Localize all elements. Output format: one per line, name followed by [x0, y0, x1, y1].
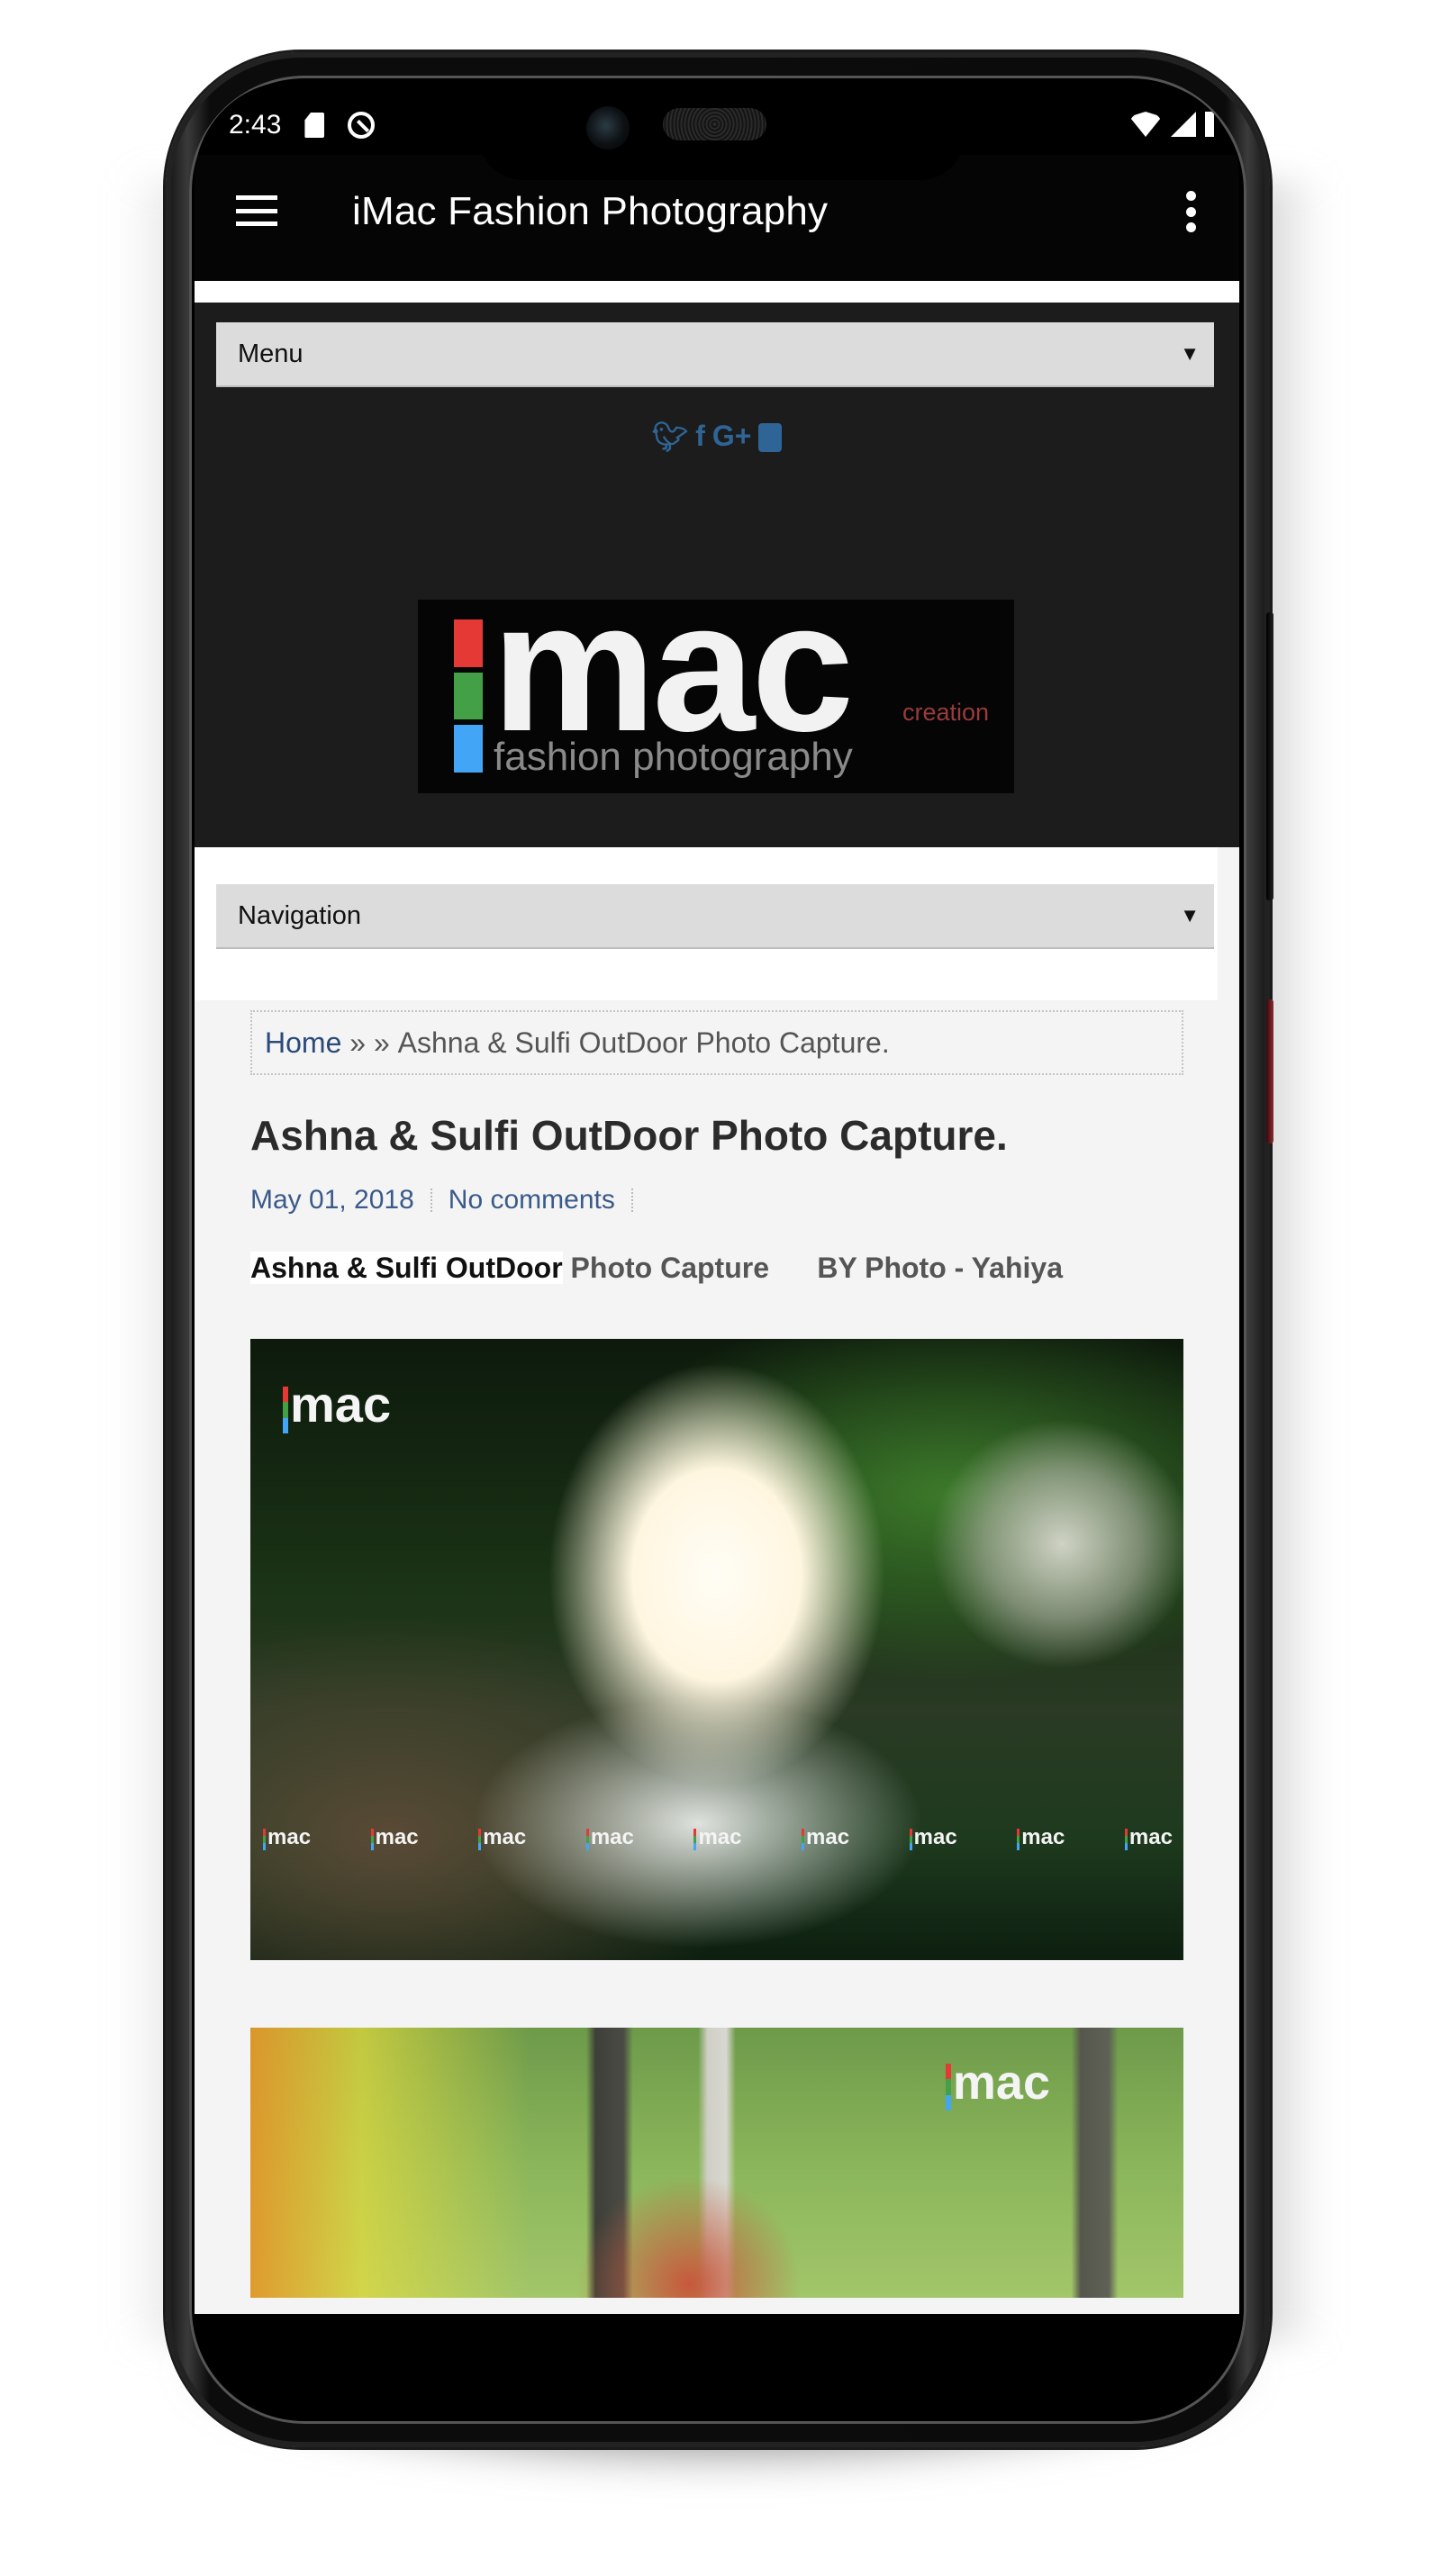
breadcrumb-home-link[interactable]: Home: [265, 1026, 341, 1060]
twitter-icon[interactable]: 🐦︎: [652, 420, 689, 454]
wm-bar-blue: [283, 1417, 288, 1433]
post-photo-1[interactable]: mac mac mac mac mac mac mac mac mac mac: [250, 1339, 1183, 1960]
meta-separator: [630, 1189, 633, 1212]
web-content: Menu ▼ 🐦︎ f G+ mac creation fashion phot…: [195, 281, 1239, 2314]
photo-watermark-small: mac: [909, 1825, 957, 1850]
post-content: Home » » Ashna & Sulfi OutDoor Photo Cap…: [250, 1010, 1183, 2298]
wm-bar-blue: [945, 2094, 951, 2111]
caret-down-icon: ▼: [1180, 904, 1200, 926]
wm-bar-green: [945, 2079, 951, 2095]
logo-bar-blue: [454, 725, 483, 773]
logo-color-bars: [454, 619, 483, 773]
battery-icon: [1205, 112, 1214, 137]
social-links: 🐦︎ f G+: [195, 420, 1239, 454]
menu-dropdown[interactable]: Menu ▼: [216, 322, 1214, 387]
wifi-icon: [1129, 112, 1162, 137]
navigation-dropdown[interactable]: Navigation ▼: [216, 884, 1214, 949]
logo-bar-red: [454, 619, 483, 667]
breadcrumb-current: Ashna & Sulfi OutDoor Photo Capture.: [397, 1026, 890, 1059]
meta-separator: [430, 1189, 432, 1212]
app-title: iMac Fashion Photography: [352, 189, 829, 233]
power-button: [1266, 999, 1273, 1143]
logo-wordmark: mac: [492, 564, 854, 770]
post-photo-2[interactable]: mac: [250, 2028, 1183, 2298]
data-saver-icon: [348, 112, 376, 139]
earpiece-speaker: [663, 108, 766, 140]
caret-down-icon: ▼: [1180, 342, 1200, 365]
phone-screen: 2:43 iMac Fashion Photography Menu ▼ 🐦︎ …: [195, 81, 1239, 2314]
more-vert-icon[interactable]: [1185, 191, 1196, 232]
photo-watermark-small: mac: [1017, 1825, 1065, 1850]
photo-watermark-small: mac: [263, 1825, 311, 1850]
site-logo[interactable]: mac creation fashion photography: [418, 574, 1014, 793]
post-meta: May 01, 2018 No comments: [250, 1185, 1183, 1216]
post-comments-link[interactable]: No comments: [449, 1185, 615, 1216]
byline-subject: Ashna & Sulfi OutDoor: [250, 1252, 563, 1284]
photo-watermark: mac: [283, 1375, 391, 1433]
navigation-dropdown-label: Navigation: [238, 900, 362, 930]
site-header: Menu ▼ 🐦︎ f G+ mac creation fashion phot…: [195, 303, 1239, 847]
wm-bar-green: [283, 1402, 288, 1418]
photo-watermark-small: mac: [370, 1825, 419, 1850]
logo-bar-green: [454, 672, 483, 720]
menu-dropdown-label: Menu: [238, 339, 304, 368]
volume-button: [1266, 612, 1273, 900]
sd-card-icon: [304, 113, 325, 138]
youtube-icon[interactable]: [758, 423, 783, 452]
post-date[interactable]: May 01, 2018: [250, 1185, 414, 1216]
photo-watermark-small: mac: [478, 1825, 526, 1850]
logo-subtitle: fashion photography: [494, 735, 853, 779]
breadcrumb-separator: » »: [341, 1026, 398, 1059]
breadcrumb: Home » » Ashna & Sulfi OutDoor Photo Cap…: [250, 1010, 1183, 1075]
photo-watermark-row: mac mac mac mac mac mac mac mac mac: [263, 1825, 1173, 1850]
photo-watermark: mac: [945, 2055, 1050, 2111]
front-camera: [586, 106, 630, 149]
wm-bar-red: [945, 2064, 951, 2080]
photo-watermark-small: mac: [1124, 1825, 1173, 1850]
photo-watermark-small: mac: [585, 1825, 634, 1850]
wm-bar-red: [283, 1387, 288, 1403]
photo-watermark-small: mac: [802, 1825, 849, 1850]
google-plus-icon[interactable]: G+: [712, 420, 752, 454]
post-byline: Ashna & Sulfi OutDoor Photo Capture BY P…: [250, 1252, 1183, 1285]
photo-watermark-small: mac: [693, 1825, 741, 1850]
logo-creation: creation: [902, 699, 990, 726]
byline-credit: Photo Capture BY Photo - Yahiya: [562, 1252, 1063, 1284]
signal-icon: [1171, 112, 1196, 137]
status-time: 2:43: [229, 110, 282, 140]
post-title: Ashna & Sulfi OutDoor Photo Capture.: [250, 1112, 1008, 1159]
facebook-icon[interactable]: f: [695, 420, 705, 454]
hamburger-icon[interactable]: [236, 195, 277, 226]
